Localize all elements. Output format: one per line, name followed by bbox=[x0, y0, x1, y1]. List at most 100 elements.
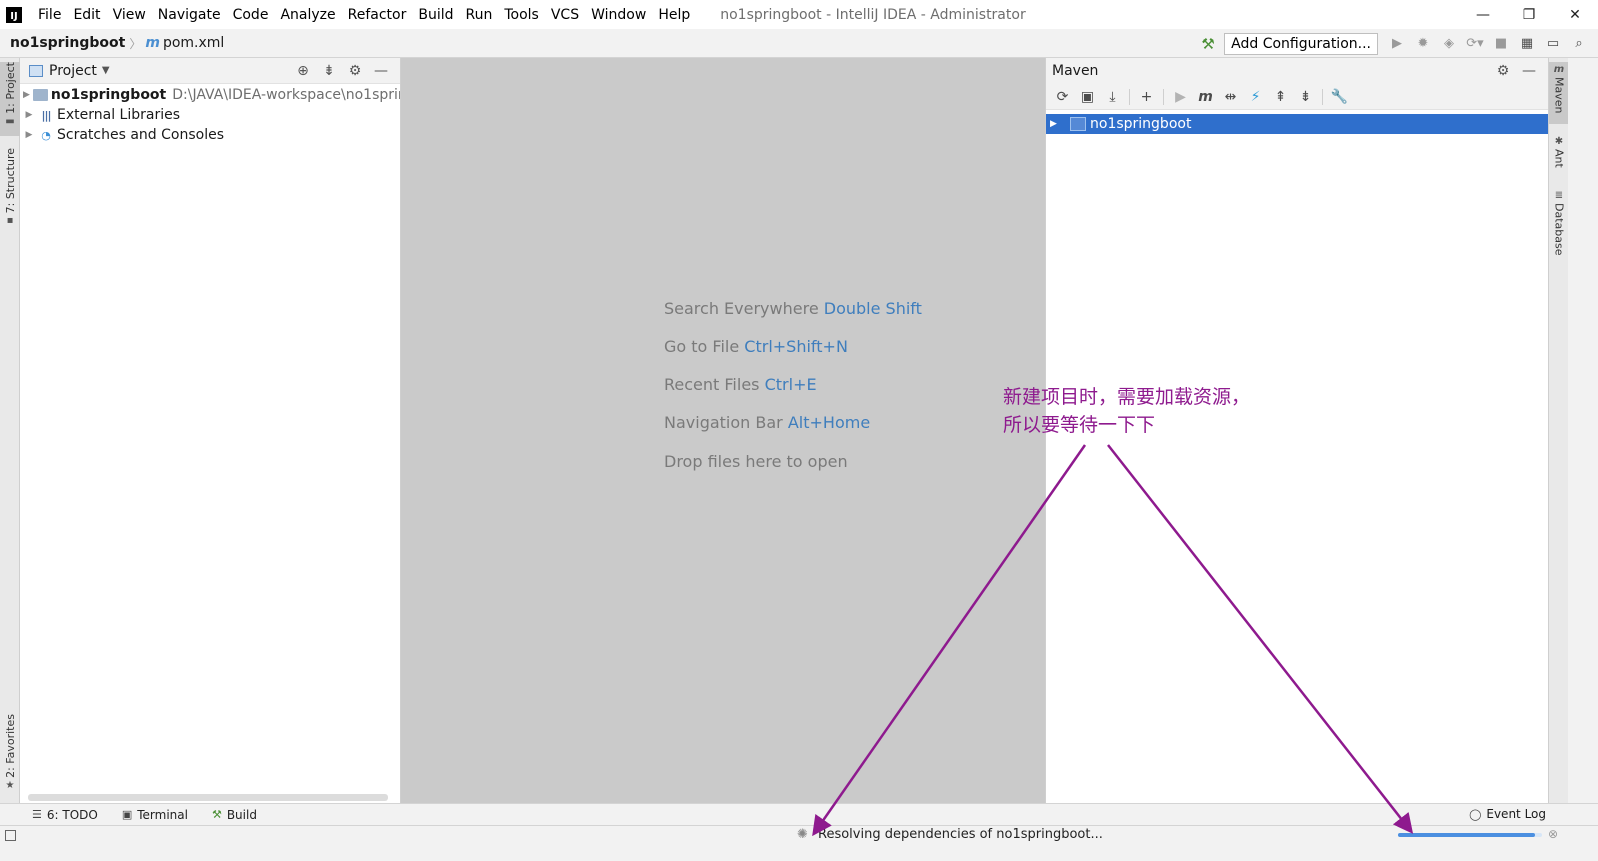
status-message[interactable]: Resolving dependencies of no1springboot.… bbox=[818, 827, 1103, 842]
locate-target-icon[interactable]: ⊕ bbox=[290, 63, 316, 79]
presentation-icon[interactable]: ▭ bbox=[1540, 36, 1566, 51]
expand-arrow-icon[interactable]: ▶ bbox=[23, 130, 35, 140]
collapse-all-icon[interactable]: ⇟ bbox=[1293, 89, 1318, 105]
project-view-selector[interactable]: Project bbox=[49, 63, 97, 79]
execute-goal-icon[interactable]: m bbox=[1193, 89, 1218, 105]
tree-item-label: Scratches and Consoles bbox=[57, 127, 224, 143]
tool-tab-todo[interactable]: ☰ 6: TODO bbox=[26, 808, 104, 822]
menu-tools[interactable]: Tools bbox=[498, 7, 545, 23]
hint-recent-files: Recent Files Ctrl+E bbox=[664, 375, 817, 394]
tool-tab-ant[interactable]: ✱ Ant bbox=[1549, 134, 1569, 176]
hide-panel-icon[interactable]: — bbox=[1516, 63, 1542, 79]
run-icon[interactable]: ▶ bbox=[1384, 36, 1410, 51]
tool-tab-terminal[interactable]: ▣ Terminal bbox=[116, 808, 194, 822]
annotation-line-1: 新建项目时，需要加载资源， bbox=[1003, 386, 1251, 408]
minimize-button[interactable]: — bbox=[1460, 0, 1506, 29]
cancel-process-icon[interactable]: ⊗ bbox=[1548, 827, 1558, 841]
expand-arrow-icon[interactable]: ▶ bbox=[1050, 119, 1064, 129]
tool-tab-todo-label: 6: TODO bbox=[46, 807, 98, 822]
menu-window[interactable]: Window bbox=[585, 7, 652, 23]
run-toolbar: ⚒ Add Configuration... ▶ ✹ ◈ ⟳▾ ■ ▦ ▭ ⌕ bbox=[1196, 31, 1592, 56]
run-icon[interactable]: ▶ bbox=[1168, 89, 1193, 105]
menu-run[interactable]: Run bbox=[460, 7, 499, 23]
coverage-icon[interactable]: ◈ bbox=[1436, 36, 1462, 51]
tool-tab-build[interactable]: ⚒ Build bbox=[206, 808, 263, 822]
expand-arrow-icon[interactable]: ▶ bbox=[23, 90, 30, 100]
editor-empty-area[interactable]: Search Everywhere Double Shift Go to Fil… bbox=[401, 58, 1045, 803]
breadcrumb-file[interactable]: pom.xml bbox=[163, 35, 224, 51]
horizontal-scrollbar[interactable] bbox=[28, 794, 388, 801]
window-title: no1springboot - IntelliJ IDEA - Administ… bbox=[720, 6, 1026, 23]
gear-icon[interactable]: ⚙ bbox=[1490, 63, 1516, 79]
restore-button[interactable]: ❐ bbox=[1506, 0, 1552, 29]
chevron-down-icon[interactable]: ▼ bbox=[102, 65, 110, 76]
tool-tab-maven[interactable]: m Maven bbox=[1549, 62, 1569, 124]
menu-edit[interactable]: Edit bbox=[67, 7, 106, 23]
expand-arrow-icon[interactable]: ▶ bbox=[23, 110, 35, 120]
show-dependencies-icon[interactable]: ⇞ bbox=[1268, 89, 1293, 105]
add-icon[interactable]: + bbox=[1134, 89, 1159, 105]
add-configuration-button[interactable]: Add Configuration... bbox=[1224, 32, 1378, 55]
progress-bar-fill bbox=[1398, 833, 1535, 837]
gear-icon[interactable]: ⚙ bbox=[342, 63, 368, 79]
star-icon: ★ bbox=[5, 779, 15, 791]
tool-tab-structure[interactable]: 7: Structure ▪ bbox=[0, 148, 20, 232]
menu-view[interactable]: View bbox=[107, 7, 152, 23]
hint-shortcut: Alt+Home bbox=[787, 413, 871, 432]
toggle-offline-icon[interactable]: ⇹ bbox=[1218, 89, 1243, 105]
stop-icon[interactable]: ■ bbox=[1488, 36, 1514, 51]
hint-shortcut: Double Shift bbox=[823, 299, 922, 318]
maven-icon: m bbox=[1553, 64, 1565, 75]
database-icon: ≣ bbox=[1554, 190, 1564, 201]
spinner-icon: ✺ bbox=[797, 827, 808, 842]
hint-drop-files: Drop files here to open bbox=[664, 452, 848, 471]
menu-analyze[interactable]: Analyze bbox=[274, 7, 341, 23]
breadcrumb-project[interactable]: no1springboot bbox=[10, 35, 125, 51]
hint-search-everywhere: Search Everywhere Double Shift bbox=[664, 299, 922, 318]
maven-file-icon: m bbox=[145, 35, 160, 51]
skip-tests-icon[interactable]: ⚡ bbox=[1243, 89, 1268, 105]
menu-code[interactable]: Code bbox=[227, 7, 275, 23]
maven-toolbar: ⟳ ▣ ⤓ + ▶ m ⇹ ⚡ ⇞ ⇟ 🔧 bbox=[1046, 84, 1548, 110]
build-hammer-icon[interactable]: ⚒ bbox=[1196, 35, 1220, 53]
tool-tab-event-log[interactable]: ◯ Event Log bbox=[1469, 807, 1546, 821]
structure-icon: ▪ bbox=[6, 215, 14, 227]
status-bar: ✺ Resolving dependencies of no1springboo… bbox=[0, 825, 1598, 861]
menu-help[interactable]: Help bbox=[652, 7, 696, 23]
menu-build[interactable]: Build bbox=[412, 7, 459, 23]
project-structure-icon[interactable]: ▦ bbox=[1514, 36, 1540, 51]
menu-vcs[interactable]: VCS bbox=[545, 7, 585, 23]
wrench-icon[interactable]: 🔧 bbox=[1327, 89, 1352, 105]
reimport-icon[interactable]: ⟳ bbox=[1050, 89, 1075, 105]
module-folder-icon bbox=[32, 88, 48, 102]
tool-tab-project[interactable]: 1: Project ▬ bbox=[0, 62, 20, 136]
hint-navigation-bar: Navigation Bar Alt+Home bbox=[664, 413, 870, 432]
menu-navigate[interactable]: Navigate bbox=[152, 7, 227, 23]
tool-tab-database[interactable]: ≣ Database bbox=[1549, 188, 1569, 260]
tree-item-external-libraries[interactable]: ▶ ||| External Libraries bbox=[20, 105, 400, 125]
title-bar: IJ File Edit View Navigate Code Analyze … bbox=[0, 0, 1598, 29]
tool-tab-favorites[interactable]: 2: Favorites ★ bbox=[0, 714, 20, 796]
hide-panel-icon[interactable]: — bbox=[368, 63, 394, 79]
tool-tab-build-label: Build bbox=[226, 807, 257, 822]
generate-sources-icon[interactable]: ▣ bbox=[1075, 89, 1100, 105]
menu-file[interactable]: File bbox=[32, 7, 67, 23]
progress-bar[interactable] bbox=[1398, 833, 1542, 837]
tool-tab-favorites-label: 2: Favorites bbox=[3, 714, 17, 778]
terminal-icon: ▣ bbox=[121, 808, 133, 821]
menu-refactor[interactable]: Refactor bbox=[342, 7, 413, 23]
profile-icon[interactable]: ⟳▾ bbox=[1462, 36, 1488, 51]
tree-item-scratches[interactable]: ▶ ◔ Scratches and Consoles bbox=[20, 125, 400, 145]
project-tool-window: Project ▼ ⊕ ⇟ ⚙ — ▶ no1springboot D:\JAV… bbox=[20, 58, 401, 803]
debug-icon[interactable]: ✹ bbox=[1410, 36, 1436, 51]
search-icon[interactable]: ⌕ bbox=[1566, 36, 1592, 51]
tree-item-project-root[interactable]: ▶ no1springboot D:\JAVA\IDEA-workspace\n… bbox=[20, 85, 400, 105]
close-button[interactable]: ✕ bbox=[1552, 0, 1598, 29]
download-icon[interactable]: ⤓ bbox=[1100, 89, 1125, 105]
maven-header-tools: ⚙ — bbox=[1490, 58, 1542, 84]
breadcrumb: no1springboot 〉 m pom.xml bbox=[10, 35, 224, 52]
toggle-tool-windows-icon[interactable] bbox=[5, 830, 16, 841]
tool-tab-event-log-label: Event Log bbox=[1486, 807, 1546, 821]
collapse-all-icon[interactable]: ⇟ bbox=[316, 63, 342, 79]
maven-project-row[interactable]: ▶ no1springboot bbox=[1046, 114, 1548, 134]
